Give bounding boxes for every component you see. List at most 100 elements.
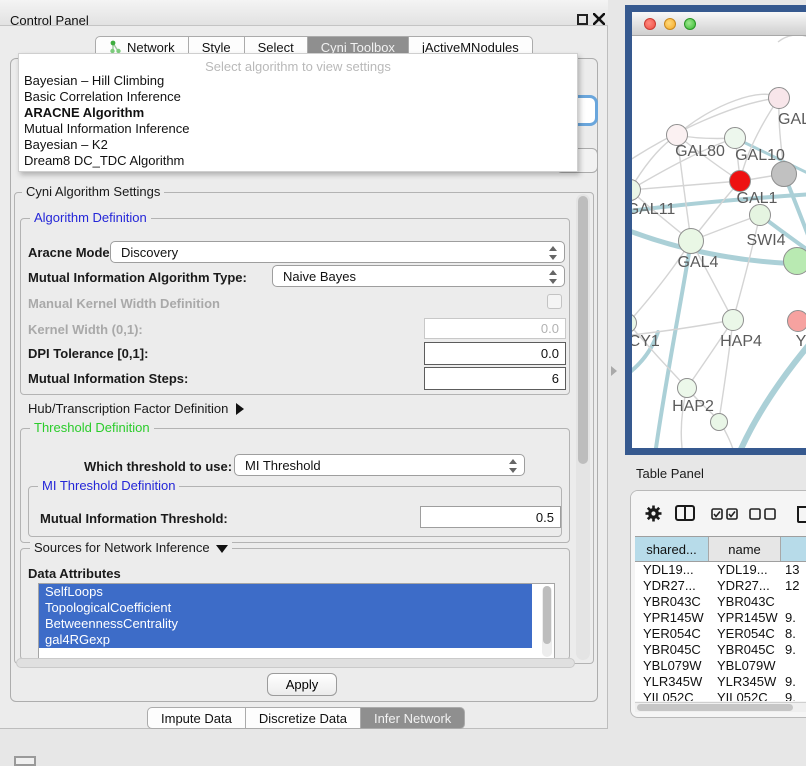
network-view-window[interactable]: GALGAL80GAL10GAL1GAL11SWI4GAL4GCY1HAP4YH… [625, 5, 806, 455]
tab-label: Infer Network [374, 711, 451, 726]
dpi-tolerance-field[interactable] [424, 342, 566, 365]
node-y[interactable] [787, 310, 806, 332]
table-row[interactable]: YLR345WYLR345W9. [635, 674, 806, 690]
aracne-mode-select[interactable]: Discovery [110, 241, 565, 263]
split-columns-icon[interactable] [675, 505, 695, 521]
float-window-icon[interactable] [577, 14, 588, 25]
node-label-y: Y [796, 333, 806, 351]
node-unlabeled[interactable] [783, 247, 806, 275]
tab-discretize-data[interactable]: Discretize Data [246, 707, 361, 729]
which-threshold-select[interactable]: MI Threshold [234, 454, 525, 476]
tab-label: Discretize Data [259, 711, 347, 726]
settings-horizontal-scrollbar[interactable] [16, 658, 575, 668]
table-row[interactable]: YBL079WYBL079W [635, 658, 806, 674]
mi-steps-field[interactable] [424, 367, 566, 390]
hub-definition-toggle[interactable]: Hub/Transcription Factor Definition [28, 401, 244, 416]
attribute-item-topologicalcoefficient[interactable]: TopologicalCoefficient [39, 600, 532, 616]
node-hap4[interactable] [722, 309, 744, 331]
network-canvas[interactable]: GALGAL80GAL10GAL1GAL11SWI4GAL4GCY1HAP4YH… [632, 36, 806, 448]
manual-kernel-checkbox[interactable] [547, 294, 562, 309]
dropdown-item-bayesian-k2[interactable]: Bayesian – K2 [19, 137, 577, 153]
table-row[interactable]: YDL19...YDL19...13 [635, 562, 806, 578]
aracne-mode-value: Discovery [121, 245, 178, 260]
node-unlabeled[interactable] [771, 161, 797, 187]
table-cell [781, 658, 806, 674]
panel-divider-handle[interactable] [611, 366, 617, 376]
table-cell: YBR045C [635, 642, 709, 658]
mi-threshold-field[interactable] [420, 506, 561, 528]
mac-zoom-icon[interactable] [684, 18, 696, 30]
dropdown-placeholder: Select algorithm to view settings [19, 54, 577, 73]
node-label-hap2: HAP2 [672, 398, 714, 416]
table-cell: YLR345W [635, 674, 709, 690]
dropdown-item-dream8-dc-tdc-algorithm[interactable]: Dream8 DC_TDC Algorithm [19, 153, 577, 169]
checked-boxes-icon[interactable] [711, 508, 738, 520]
which-threshold-value: MI Threshold [245, 458, 321, 473]
attribute-item-gal4rgexp[interactable]: gal4RGexp [39, 632, 532, 648]
dropdown-item-mutual-information-inference[interactable]: Mutual Information Inference [19, 121, 577, 137]
table-row[interactable]: YER054CYER054C8. [635, 626, 806, 642]
data-attributes-list[interactable]: SelfLoopsTopologicalCoefficientBetweenne… [38, 583, 555, 660]
table-row[interactable]: YBR045CYBR045C9. [635, 642, 806, 658]
attribute-item-selfloops[interactable]: SelfLoops [39, 584, 532, 600]
tab-infer-network[interactable]: Infer Network [361, 707, 465, 729]
document-icon[interactable] [797, 505, 806, 523]
mac-close-icon[interactable] [644, 18, 656, 30]
node-gal1[interactable] [729, 170, 751, 192]
table-cell: YDR27... [709, 578, 781, 594]
bottom-tabs: Impute Data Discretize Data Infer Network [147, 707, 465, 729]
sources-group-title[interactable]: Sources for Network Inference [30, 541, 232, 555]
dropdown-item-aracne-algorithm[interactable]: ARACNE Algorithm [19, 105, 577, 121]
table-cell: YBL079W [635, 658, 709, 674]
dropdown-item-bayesian-hill-climbing[interactable]: Bayesian – Hill Climbing [19, 73, 577, 89]
dpi-tolerance-label: DPI Tolerance [0,1]: [28, 346, 148, 361]
table-cell: YBR045C [709, 642, 781, 658]
table-row[interactable]: YBR043CYBR043C [635, 594, 806, 610]
tab-impute-data[interactable]: Impute Data [147, 707, 246, 729]
close-icon[interactable] [593, 13, 605, 25]
node-unlabeled[interactable] [710, 413, 728, 431]
gear-icon[interactable] [645, 505, 662, 522]
table-cell: 9. [781, 690, 806, 701]
node-swi4[interactable] [749, 204, 771, 226]
mac-minimize-icon[interactable] [664, 18, 676, 30]
column-header-shared[interactable]: shared... [635, 537, 709, 561]
node-gal[interactable] [768, 87, 790, 109]
table-row[interactable]: YPR145WYPR145W9. [635, 610, 806, 626]
sources-title-text: Sources for Network Inference [34, 540, 210, 555]
table-cell: YIL052C [635, 690, 709, 701]
mi-threshold-label: Mutual Information Threshold: [40, 511, 228, 526]
table-cell [781, 594, 806, 610]
kernel-width-label: Kernel Width (0,1): [28, 322, 143, 337]
node-hap2[interactable] [677, 378, 697, 398]
aracne-mode-label: Aracne Mode: [28, 245, 114, 260]
node-gal10[interactable] [724, 127, 746, 149]
unchecked-boxes-icon[interactable] [749, 508, 776, 520]
column-header-name[interactable]: name [709, 537, 781, 561]
bottom-corner-icon [14, 756, 36, 766]
table-cell: YDR27... [635, 578, 709, 594]
table-cell: 8. [781, 626, 806, 642]
table-horizontal-scrollbar[interactable] [635, 702, 806, 712]
attribute-item-betweennesscentrality[interactable]: BetweennessCentrality [39, 616, 532, 632]
expand-right-icon [236, 403, 244, 415]
node-label-gcy1: GCY1 [632, 333, 660, 351]
mi-type-value: Naive Bayes [283, 269, 356, 284]
table-cell: YPR145W [635, 610, 709, 626]
network-window-titlebar[interactable] [632, 12, 806, 36]
node-gal4[interactable] [678, 228, 704, 254]
table-row[interactable]: YDR27...YDR27...12 [635, 578, 806, 594]
stepper-icon [548, 269, 557, 285]
mi-type-select[interactable]: Naive Bayes [272, 265, 565, 287]
column-header-cut[interactable] [781, 537, 806, 561]
list-scrollbar[interactable] [542, 586, 552, 657]
dropdown-item-basic-correlation-inference[interactable]: Basic Correlation Inference [19, 89, 577, 105]
apply-button[interactable]: Apply [267, 673, 337, 696]
table-row[interactable]: YIL052CYIL052C9. [635, 690, 806, 701]
settings-vertical-scrollbar-thumb[interactable] [578, 196, 588, 464]
table-panel: shared...name YDL19...YDL19...13YDR27...… [630, 490, 806, 718]
kernel-width-field [424, 318, 566, 339]
hub-definition-label: Hub/Transcription Factor Definition [28, 401, 228, 416]
settings-group-title: Cyni Algorithm Settings [22, 185, 164, 199]
table-cell: YBR043C [709, 594, 781, 610]
